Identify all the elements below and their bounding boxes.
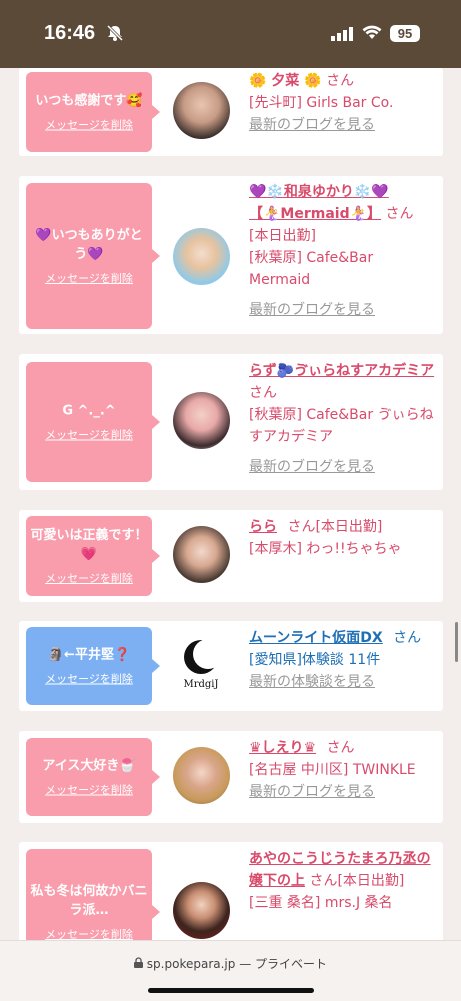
cast-name-link[interactable]: 💜❄️和泉ゆかり❄️💜【🧜‍♀️Mermaid🧜‍♀️】 [249, 184, 389, 222]
message-text: 可愛いは正義です！💗 [30, 528, 148, 562]
message-text: 🗿←平井堅❓ [47, 647, 131, 663]
message-card: いつも感謝です🥰 メッセージを削除 🌼 夕菜 🌼 さん [先斗町] Girls … [19, 68, 443, 156]
lock-icon [133, 957, 147, 971]
cast-name-link[interactable]: らら [249, 519, 277, 535]
cellular-signal-icon [331, 26, 353, 45]
honorific: さん [326, 73, 355, 89]
clock: 16:46 [44, 22, 96, 44]
profile-info: 🌼 夕菜 🌼 さん [先斗町] Girls Bar Co. 最新のブログを見る [249, 70, 435, 136]
scrollbar[interactable] [455, 622, 458, 662]
message-bubble: いつも感謝です🥰 メッセージを削除 [26, 72, 160, 152]
message-card: 可愛いは正義です！💗 メッセージを削除 らら さん[本日出勤] [本厚木] わっ… [19, 510, 443, 602]
latest-review-link[interactable]: 最新の体験談を見る [249, 671, 435, 693]
profile-info: らず🫐ゔぃらねすアカデミア さん [秋葉原] Cafe&Bar ゔぃらねすアカデ… [249, 360, 435, 478]
honorific: さん [393, 630, 422, 646]
profile-info: らら さん[本日出勤] [本厚木] わっ!!ちゃちゃ [249, 516, 435, 560]
status-bar: 16:46 95 [0, 0, 461, 68]
shop-location: [三重 桑名] mrs.J 桑名 [249, 895, 393, 911]
delete-message-link[interactable]: メッセージを削除 [26, 427, 152, 443]
message-card: 💜いつもありがとう💜 メッセージを削除 💜❄️和泉ゆかり❄️💜【🧜‍♀️Merm… [19, 176, 443, 334]
message-text: 💜いつもありがとう💜 [35, 228, 143, 262]
address-bar[interactable]: sp.pokepara.jp — プライベート [0, 955, 461, 972]
message-text: いつも感謝です🥰 [35, 93, 143, 109]
message-bubble: アイス大好き🍧 メッセージを削除 [26, 738, 160, 816]
review-count: [愛知県]体験談 11件 [249, 652, 381, 668]
shop-location: [秋葉原] Cafe&Bar Mermaid [249, 250, 374, 288]
latest-blog-link[interactable]: 最新のブログを見る [249, 456, 435, 478]
delete-message-link[interactable]: メッセージを削除 [26, 671, 152, 687]
profile-info: ムーンライト仮面DX さん [愛知県]体験談 11件 最新の体験談を見る [249, 627, 435, 693]
message-text: 私も冬は何故かバニラ派… [30, 884, 148, 918]
shop-logo[interactable]: MrdgiJ [173, 635, 230, 692]
work-status: [本日出勤] [249, 228, 316, 244]
private-mode-label: — プライベート [239, 957, 328, 971]
url-text: sp.pokepara.jp [146, 957, 236, 971]
profile-info: ♛しえり♛ さん [名古屋 中川区] TWINKLE 最新のブログを見る [249, 737, 435, 803]
honorific: さん [326, 740, 355, 756]
honorific: さん [249, 385, 277, 401]
latest-blog-link[interactable]: 最新のブログを見る [249, 114, 435, 136]
shop-location: [秋葉原] Cafe&Bar ゔぃらねすアカデミア [249, 407, 434, 445]
message-bubble: 🗿←平井堅❓ メッセージを削除 [26, 627, 160, 705]
delete-message-link[interactable]: メッセージを削除 [26, 270, 152, 286]
message-card: アイス大好き🍧 メッセージを削除 ♛しえり♛ さん [名古屋 中川区] TWIN… [19, 731, 443, 823]
message-text: G ^._.^ [62, 403, 116, 419]
honorific: さん[本日出勤] [309, 873, 405, 889]
latest-blog-link[interactable]: 最新のブログを見る [249, 781, 435, 803]
shop-location: [名古屋 中川区] TWINKLE [249, 762, 416, 778]
avatar[interactable] [173, 747, 230, 804]
bell-muted-icon [106, 24, 124, 46]
honorific: さん[本日出勤] [287, 519, 383, 535]
message-card: 🗿←平井堅❓ メッセージを削除 MrdgiJ ムーンライト仮面DX さん [愛知… [19, 621, 443, 711]
avatar[interactable] [173, 526, 230, 583]
delete-message-link[interactable]: メッセージを削除 [26, 782, 152, 798]
browser-bottom-bar: sp.pokepara.jp — プライベート [0, 940, 461, 1001]
avatar[interactable] [173, 228, 230, 285]
profile-info: あやのこうじうたまろ乃丞の嬢下の上 さん[本日出勤] [三重 桑名] mrs.J… [249, 848, 435, 914]
honorific: さん [385, 206, 414, 222]
latest-blog-link[interactable]: 最新のブログを見る [249, 299, 435, 321]
delete-message-link[interactable]: メッセージを削除 [26, 570, 152, 586]
message-bubble: 💜いつもありがとう💜 メッセージを削除 [26, 183, 160, 329]
home-indicator[interactable] [148, 988, 314, 993]
cast-name-link[interactable]: ♛しえり♛ [249, 740, 316, 756]
avatar[interactable] [173, 82, 230, 139]
message-text: アイス大好き🍧 [42, 758, 136, 774]
avatar[interactable] [173, 392, 230, 449]
message-bubble: 可愛いは正義です！💗 メッセージを削除 [26, 516, 160, 596]
shop-location: [先斗町] Girls Bar Co. [249, 95, 394, 111]
reviewer-name-link[interactable]: ムーンライト仮面DX [249, 630, 383, 646]
battery-indicator: 95 [390, 25, 420, 42]
cast-name-link[interactable]: らず🫐ゔぃらねすアカデミア [249, 363, 434, 379]
avatar[interactable] [173, 882, 230, 939]
cast-name-link[interactable]: 🌼 夕菜 🌼 [249, 73, 322, 89]
shop-location: [本厚木] わっ!!ちゃちゃ [249, 541, 402, 557]
wifi-icon [362, 24, 382, 44]
shop-logo-text: MrdgiJ [183, 679, 218, 690]
profile-info: 💜❄️和泉ゆかり❄️💜【🧜‍♀️Mermaid🧜‍♀️】 さん [本日出勤] [… [249, 181, 435, 321]
message-card: G ^._.^ メッセージを削除 らず🫐ゔぃらねすアカデミア さん [秋葉原] … [19, 354, 443, 490]
message-bubble: G ^._.^ メッセージを削除 [26, 362, 160, 482]
delete-message-link[interactable]: メッセージを削除 [26, 117, 152, 133]
